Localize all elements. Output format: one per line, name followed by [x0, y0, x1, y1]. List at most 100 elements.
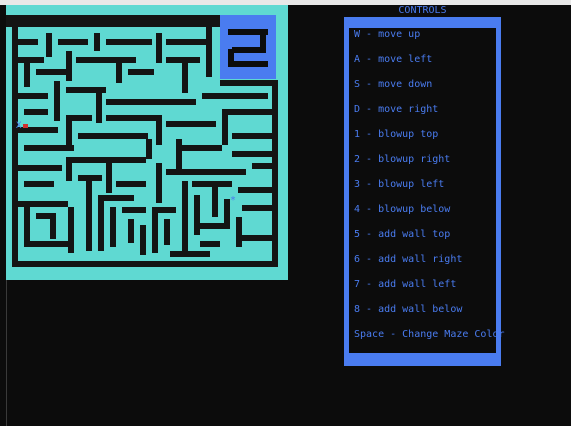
maze-wall: [98, 195, 104, 251]
maze-wall: [202, 93, 268, 99]
maze-wall: [116, 181, 146, 187]
maze-wall: [232, 133, 272, 139]
controls-title: CONTROLS: [398, 5, 447, 16]
maze-wall: [152, 213, 158, 253]
maze-wall: [220, 80, 278, 86]
maze-wall: [36, 69, 66, 75]
maze-wall: [156, 163, 162, 203]
control-item-s: S - move down: [354, 79, 433, 90]
maze-wall: [104, 195, 134, 201]
maze-wall: [232, 151, 272, 157]
player-marker: X: [16, 121, 22, 131]
maze-wall: [96, 93, 102, 123]
maze-wall: [86, 181, 92, 251]
maze-wall: [236, 217, 242, 247]
maze-wall: [242, 205, 272, 211]
maze-wall: [166, 39, 206, 45]
maze-wall: [78, 175, 102, 181]
maze-wall: [72, 157, 146, 163]
maze-wall: [164, 219, 170, 245]
control-item-6: 6 - add wall right: [354, 254, 463, 265]
control-item-space: Space - Change Maze Color: [354, 329, 505, 340]
maze-wall: [166, 169, 246, 175]
maze-wall: [116, 63, 122, 83]
target-marker: *: [230, 195, 236, 206]
maze-wall: [78, 133, 148, 139]
maze-wall: [152, 207, 176, 213]
maze-wall: [252, 163, 272, 169]
maze-wall: [206, 27, 212, 77]
control-item-d: D - move right: [354, 104, 439, 115]
maze-highlight-block: [220, 15, 276, 79]
maze-wall: [66, 121, 72, 145]
maze-wall: [18, 39, 38, 45]
maze-wall: [110, 207, 116, 247]
maze-wall: [182, 145, 222, 151]
control-item-7: 7 - add wall left: [354, 279, 457, 290]
maze-wall: [272, 80, 278, 267]
maze-wall: [140, 225, 146, 255]
control-item-a: A - move left: [354, 54, 433, 65]
control-item-4: 4 - blowup below: [354, 204, 451, 215]
maze-wall: [6, 15, 220, 27]
maze-wall: [106, 163, 112, 193]
maze-wall: [194, 195, 200, 235]
player-marker-dot: [23, 124, 28, 128]
maze-wall: [176, 139, 182, 169]
maze-wall: [18, 57, 44, 63]
control-item-w: W - move up: [354, 29, 421, 40]
maze-wall: [222, 115, 228, 145]
maze-wall: [242, 235, 272, 241]
maze-wall: [58, 39, 88, 45]
maze-wall: [24, 63, 30, 87]
maze-wall: [182, 181, 188, 251]
maze-wall: [12, 27, 18, 267]
control-item-5: 5 - add wall top: [354, 229, 451, 240]
control-item-2: 2 - blowup right: [354, 154, 451, 165]
maze-wall: [146, 139, 152, 159]
controls-panel: W - move up A - move left S - move down …: [344, 17, 505, 366]
maze-wall: [30, 241, 70, 247]
maze-wall: [50, 219, 56, 239]
controls-list: W - move up A - move left S - move down …: [349, 28, 505, 353]
maze-wall: [166, 121, 216, 127]
maze-wall: [66, 115, 92, 121]
control-item-3: 3 - blowup left: [354, 179, 445, 190]
maze-wall: [36, 213, 56, 219]
maze-wall: [238, 187, 272, 193]
maze-bottom-rim: [6, 267, 288, 280]
maze-wall: [212, 187, 218, 217]
maze-board[interactable]: X *: [6, 5, 288, 280]
maze-wall: [94, 33, 100, 51]
maze-wall: [156, 115, 162, 145]
maze-wall: [166, 57, 200, 63]
maze-wall: [156, 33, 162, 63]
maze-wall: [76, 57, 136, 63]
maze-wall: [106, 115, 156, 121]
maze-wall: [200, 241, 220, 247]
maze-wall: [106, 99, 196, 105]
maze-wall: [66, 51, 72, 81]
maze-wall: [128, 69, 154, 75]
maze-wall: [24, 145, 74, 151]
maze-wall: [18, 93, 48, 99]
control-item-8: 8 - add wall below: [354, 304, 463, 315]
maze-wall: [54, 81, 60, 121]
maze-wall: [68, 207, 74, 253]
maze-wall: [12, 261, 278, 267]
maze-wall: [122, 207, 146, 213]
maze-wall: [128, 219, 134, 243]
maze-wall: [46, 33, 52, 57]
maze-wall: [170, 251, 210, 257]
maze-wall: [192, 181, 232, 187]
control-item-1: 1 - blowup top: [354, 129, 439, 140]
maze-wall: [24, 109, 48, 115]
maze-wall: [222, 109, 272, 115]
maze-wall: [182, 63, 188, 93]
maze-wall: [106, 39, 152, 45]
maze-wall: [200, 223, 224, 229]
maze-wall: [66, 87, 106, 93]
maze-wall: [66, 157, 72, 181]
maze-wall: [18, 201, 68, 207]
maze-wall: [24, 181, 54, 187]
